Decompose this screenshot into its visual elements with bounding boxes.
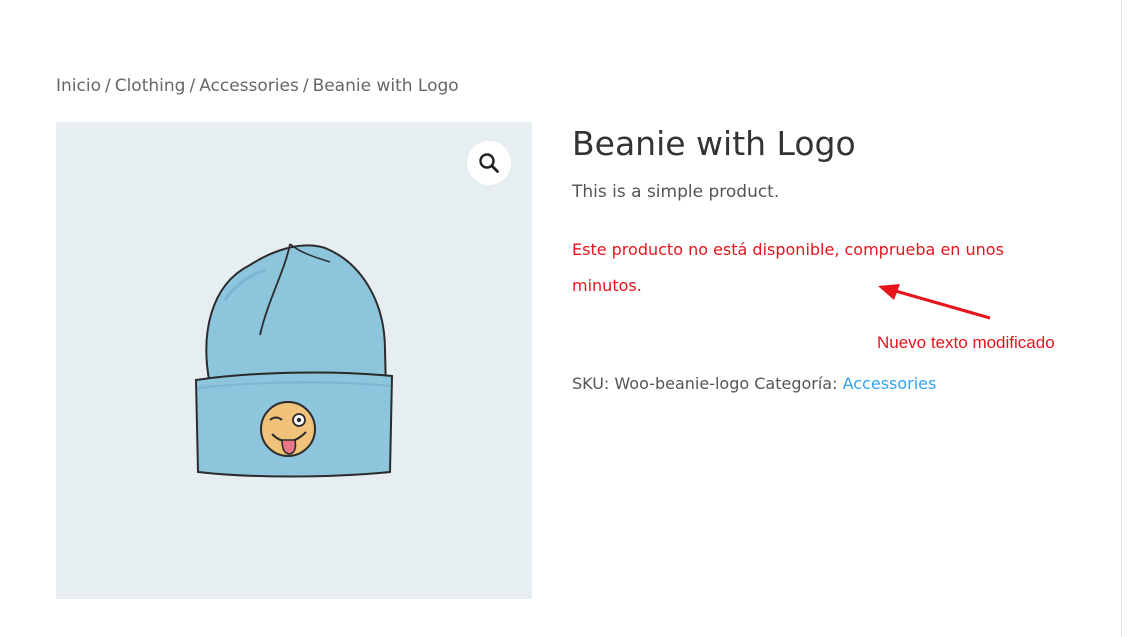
category-label: Categoría:	[754, 374, 838, 393]
breadcrumb-separator: /	[104, 76, 111, 96]
product-title: Beanie with Logo	[572, 124, 856, 163]
product-short-description: This is a simple product.	[572, 182, 780, 202]
product-summary: Beanie with Logo This is a simple produc…	[572, 122, 1092, 304]
breadcrumb-separator: /	[302, 76, 309, 96]
wink-emoji-logo	[260, 401, 316, 457]
product-image[interactable]	[56, 122, 532, 599]
breadcrumb-clothing-link[interactable]: Clothing	[115, 76, 186, 96]
zoom-button[interactable]	[467, 141, 511, 185]
sku-label: SKU:	[572, 374, 610, 393]
breadcrumb-accessories-link[interactable]: Accessories	[199, 76, 299, 96]
breadcrumb-home-link[interactable]: Inicio	[56, 76, 101, 96]
product-meta: SKU: Woo-beanie-logo Categoría: Accessor…	[572, 374, 936, 393]
scrollbar-track[interactable]	[1121, 0, 1122, 637]
breadcrumb-separator: /	[189, 76, 196, 96]
annotation-label: Nuevo texto modificado	[877, 333, 1055, 352]
sku-value: Woo-beanie-logo	[614, 374, 750, 393]
beanie-illustration	[194, 243, 394, 478]
category-link[interactable]: Accessories	[843, 374, 937, 393]
magnifier-icon	[479, 153, 499, 173]
breadcrumb-current: Beanie with Logo	[312, 76, 459, 96]
annotation-arrow-icon	[878, 284, 991, 320]
product-page: Inicio / Clothing / Accessories / Beanie with …	[0, 0, 1137, 637]
breadcrumb: Inicio / Clothing / Accessories / Beanie with …	[56, 76, 459, 96]
